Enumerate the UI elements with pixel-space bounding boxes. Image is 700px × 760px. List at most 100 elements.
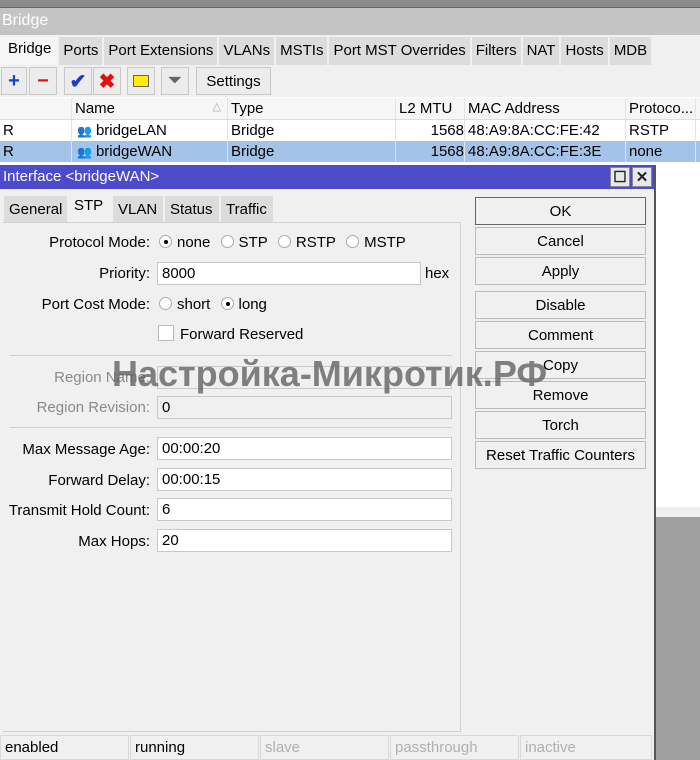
row-l2mtu: 1568 bbox=[396, 141, 465, 162]
tab-port-mst-overrides[interactable]: Port MST Overrides bbox=[329, 37, 472, 65]
region-revision-input[interactable]: 0 bbox=[157, 396, 452, 419]
port-cost-group: short long bbox=[159, 296, 273, 313]
radio-short[interactable]: short bbox=[159, 296, 210, 313]
transmit-hold-count-input[interactable]: 6 bbox=[157, 498, 452, 521]
torch-button[interactable]: Torch bbox=[475, 411, 646, 439]
disable-button[interactable]: Disable bbox=[475, 291, 646, 319]
radio-icon bbox=[346, 235, 360, 248]
top-strip bbox=[0, 0, 700, 8]
tab-mdb[interactable]: MDB bbox=[609, 37, 654, 65]
region-name-input[interactable] bbox=[157, 366, 452, 389]
row-name: 👥 bridgeLAN bbox=[72, 120, 228, 141]
radio-icon bbox=[220, 235, 234, 248]
dialog-tab-vlan[interactable]: VLAN bbox=[113, 196, 163, 223]
col-name-label: Name bbox=[75, 100, 116, 117]
radio-rstp[interactable]: RSTP bbox=[277, 234, 336, 251]
radio-icon bbox=[277, 235, 291, 248]
tab-nat[interactable]: NAT bbox=[522, 37, 562, 65]
radio-stp[interactable]: STP bbox=[220, 234, 268, 251]
priority-input[interactable]: 8000 bbox=[157, 262, 421, 285]
tab-bridge[interactable]: Bridge bbox=[0, 37, 60, 65]
bridge-icon: 👥 bbox=[77, 124, 92, 138]
dialog-tab-general[interactable]: General bbox=[4, 196, 67, 223]
protocol-mode-label: Protocol Mode: bbox=[49, 234, 150, 251]
status-running: running bbox=[130, 735, 259, 760]
ok-button[interactable]: OK bbox=[475, 197, 646, 225]
max-hops-input[interactable]: 20 bbox=[157, 529, 452, 552]
col-mac[interactable]: MAC Address bbox=[465, 98, 626, 119]
status-slave: slave bbox=[260, 735, 389, 760]
col-l2mtu[interactable]: L2 MTU bbox=[396, 98, 465, 119]
col-protocol[interactable]: Protoco... bbox=[626, 98, 696, 119]
check-icon[interactable]: ✔ bbox=[64, 67, 92, 95]
col-name[interactable]: Name △ bbox=[72, 98, 228, 119]
region-name-label: Region Name: bbox=[54, 369, 150, 386]
apply-button[interactable]: Apply bbox=[475, 257, 646, 285]
tab-port-extensions[interactable]: Port Extensions bbox=[104, 37, 220, 65]
radio-none[interactable]: none bbox=[159, 234, 210, 251]
forward-reserved-checkbox[interactable] bbox=[158, 325, 174, 341]
table-row[interactable]: R 👥 bridgeLAN Bridge 1568 48:A9:8A:CC:FE:… bbox=[0, 120, 700, 141]
row-flag: R bbox=[0, 141, 72, 162]
row-l2mtu: 1568 bbox=[396, 120, 465, 141]
status-passthrough: passthrough bbox=[390, 735, 519, 760]
radio-label: none bbox=[177, 234, 211, 251]
dialog-tab-stp[interactable]: STP bbox=[69, 194, 111, 221]
window-title: Bridge bbox=[0, 8, 700, 35]
radio-icon bbox=[159, 235, 172, 248]
col-flag[interactable] bbox=[0, 98, 72, 119]
status-enabled: enabled bbox=[0, 735, 129, 760]
protocol-mode-group: none STP RSTP MSTP bbox=[159, 234, 412, 251]
bridge-icon: 👥 bbox=[77, 145, 92, 159]
status-inactive: inactive bbox=[520, 735, 652, 760]
tab-hosts[interactable]: Hosts bbox=[561, 37, 610, 65]
max-message-age-input[interactable]: 00:00:20 bbox=[157, 437, 452, 460]
reset-traffic-counters-button[interactable]: Reset Traffic Counters bbox=[475, 441, 646, 469]
remove-button[interactable]: Remove bbox=[475, 381, 646, 409]
row-type: Bridge bbox=[228, 120, 396, 141]
tab-mstis[interactable]: MSTIs bbox=[276, 37, 330, 65]
settings-button[interactable]: Settings bbox=[196, 67, 271, 95]
forward-reserved-label: Forward Reserved bbox=[180, 326, 304, 343]
radio-mstp[interactable]: MSTP bbox=[346, 234, 406, 251]
forward-delay-label: Forward Delay: bbox=[48, 472, 150, 489]
plus-icon[interactable]: + bbox=[1, 67, 27, 95]
max-message-age-label: Max Message Age: bbox=[22, 441, 150, 458]
tab-ports[interactable]: Ports bbox=[59, 37, 105, 65]
sort-asc-icon: △ bbox=[212, 101, 221, 113]
col-type[interactable]: Type bbox=[228, 98, 396, 119]
cancel-button[interactable]: Cancel bbox=[475, 227, 646, 255]
radio-icon bbox=[220, 297, 234, 310]
row-protocol: RSTP bbox=[626, 120, 696, 141]
comment-icon[interactable] bbox=[127, 67, 155, 95]
filter-icon[interactable]: ⏷ bbox=[161, 67, 189, 95]
row-mac: 48:A9:8A:CC:FE:42 bbox=[465, 120, 626, 141]
dialog-tab-status[interactable]: Status bbox=[165, 196, 219, 223]
radio-label: MSTP bbox=[364, 234, 406, 251]
table-header: Name △ Type L2 MTU MAC Address Protoco... bbox=[0, 98, 700, 120]
divider bbox=[10, 427, 452, 428]
row-protocol: none bbox=[626, 141, 696, 162]
radio-long[interactable]: long bbox=[220, 296, 267, 313]
tab-vlans[interactable]: VLANs bbox=[219, 37, 277, 65]
forward-delay-input[interactable]: 00:00:15 bbox=[157, 468, 452, 491]
minus-icon[interactable]: − bbox=[29, 67, 57, 95]
dialog-titlebar[interactable]: Interface <bridgeWAN> ☐ ✕ bbox=[0, 165, 654, 189]
port-cost-mode-label: Port Cost Mode: bbox=[41, 296, 150, 313]
copy-button[interactable]: Copy bbox=[475, 351, 646, 379]
transmit-hold-count-label: Transmit Hold Count: bbox=[8, 502, 150, 519]
row-type: Bridge bbox=[228, 141, 396, 162]
dialog-tab-traffic[interactable]: Traffic bbox=[221, 196, 273, 223]
maximize-icon[interactable]: ☐ bbox=[610, 167, 630, 187]
row-mac: 48:A9:8A:CC:FE:3E bbox=[465, 141, 626, 162]
close-icon[interactable]: ✕ bbox=[632, 167, 652, 187]
row-flag: R bbox=[0, 120, 72, 141]
table-row-selected[interactable]: R 👥 bridgeWAN Bridge 1568 48:A9:8A:CC:FE:… bbox=[0, 141, 700, 162]
cross-icon[interactable]: ✖ bbox=[93, 67, 121, 95]
radio-label: STP bbox=[238, 234, 268, 251]
max-hops-label: Max Hops: bbox=[78, 533, 150, 550]
comment-button[interactable]: Comment bbox=[475, 321, 646, 349]
tab-filters[interactable]: Filters bbox=[471, 37, 523, 65]
toolbar: + − ✔ ✖ ⏷ Settings bbox=[0, 65, 700, 97]
row-name-text: bridgeLAN bbox=[95, 122, 167, 139]
